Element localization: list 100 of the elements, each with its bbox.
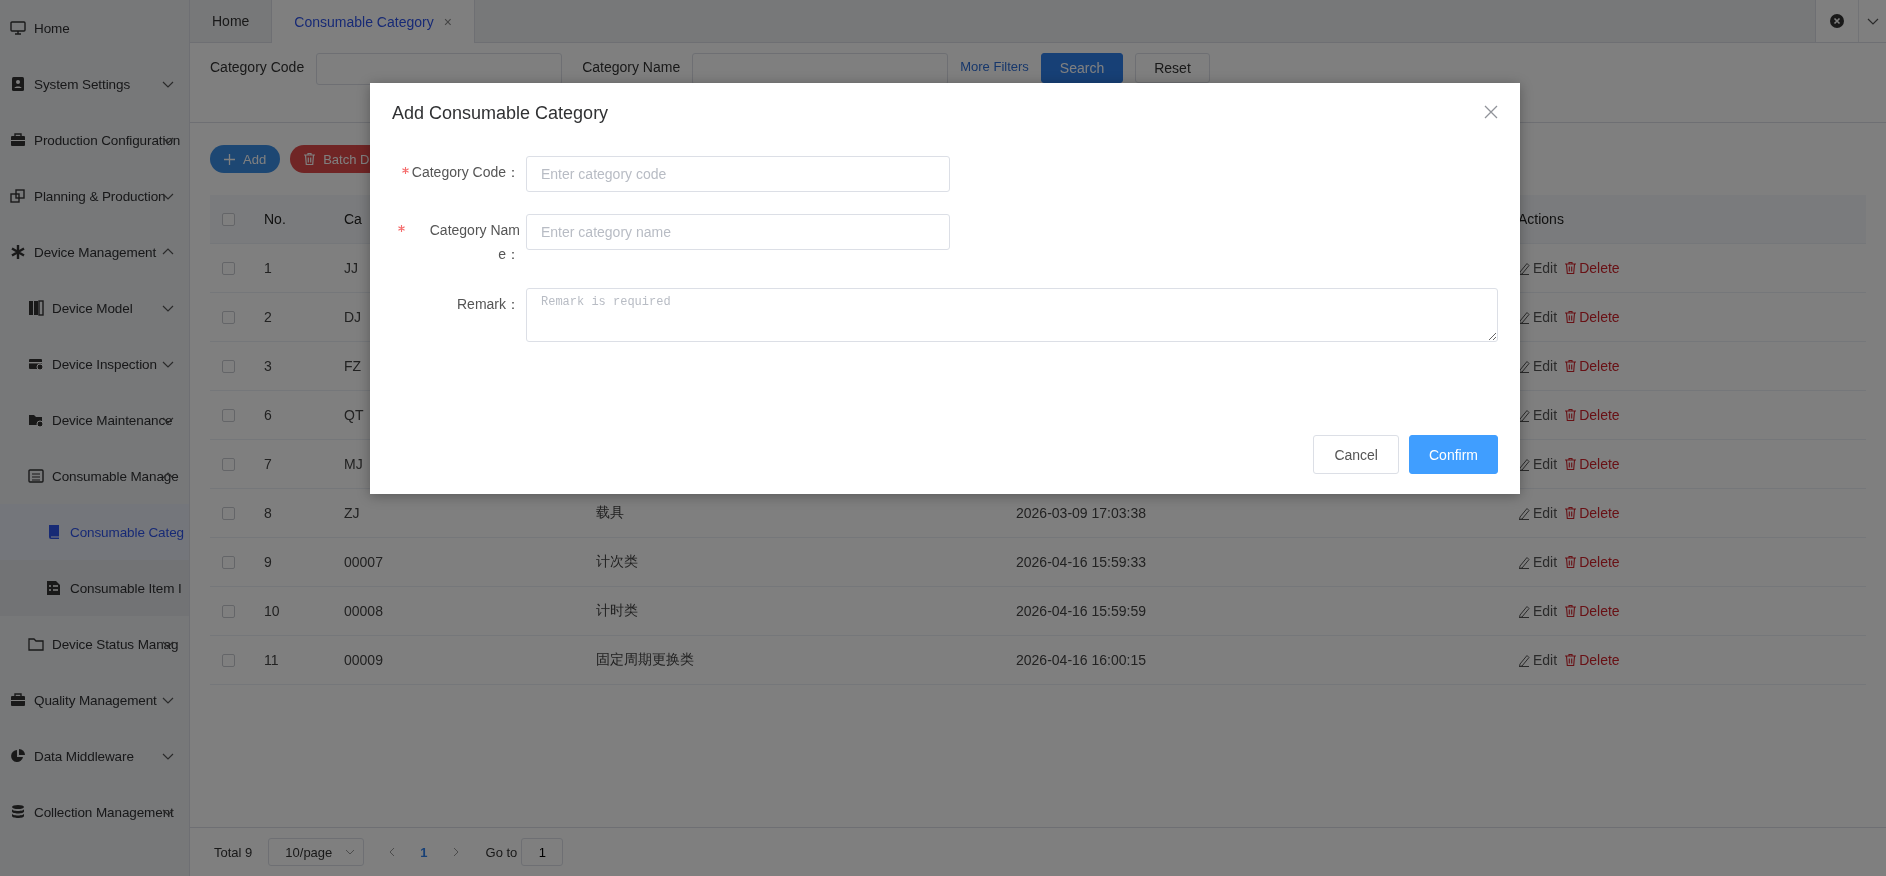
- close-icon: [1484, 105, 1498, 119]
- table-cell-text: 00007: [344, 554, 384, 570]
- column-header: Actions: [1518, 211, 1565, 227]
- search-button[interactable]: Search: [1040, 53, 1124, 83]
- table-cell-text: 00008: [344, 603, 384, 619]
- menu-item[interactable]: Planning & Production: [0, 168, 189, 224]
- confirm-button[interactable]: Confirm: [1409, 435, 1498, 474]
- book-icon: [46, 524, 62, 540]
- trash-icon: [1565, 605, 1577, 617]
- delete-button[interactable]: Delete: [1565, 603, 1620, 619]
- delete-button[interactable]: Delete: [1565, 505, 1620, 521]
- menu-item[interactable]: Home: [0, 0, 189, 56]
- goto-label: Go to: [485, 844, 518, 860]
- page-size-select[interactable]: 10/page: [268, 838, 365, 866]
- cancel-button[interactable]: Cancel: [1313, 435, 1399, 474]
- table-cell-text: 2: [264, 309, 273, 325]
- briefcase-icon: [10, 132, 26, 148]
- monitor-icon: [10, 20, 26, 36]
- add-button[interactable]: Add: [210, 145, 281, 173]
- delete-button[interactable]: Delete: [1565, 358, 1620, 374]
- pencil-icon: [1518, 506, 1530, 520]
- row-checkbox[interactable]: [222, 310, 235, 324]
- remark-field[interactable]: Remark is required: [526, 288, 1498, 342]
- table-cell: 2026-03-09 17:03:38: [1016, 505, 1146, 521]
- table-cell: 计次类: [596, 553, 638, 569]
- menu-item[interactable]: Device Status Manag: [0, 616, 189, 672]
- table-cell: 2026-04-16 15:59:59: [1016, 603, 1146, 619]
- page-button[interactable]: 1: [412, 844, 436, 860]
- select-all-checkbox[interactable]: [222, 212, 235, 226]
- row-checkbox[interactable]: [222, 408, 235, 422]
- goto-page-field[interactable]: 1: [521, 838, 564, 866]
- input-field[interactable]: Enter category code: [526, 156, 950, 192]
- edit-button[interactable]: Edit: [1518, 554, 1558, 570]
- menu-item[interactable]: Production Configuration: [0, 112, 189, 168]
- edit-button[interactable]: Edit: [1518, 407, 1558, 423]
- trash-icon: [1565, 409, 1577, 421]
- trash-icon: [1565, 311, 1577, 323]
- table-cell-text: 6: [264, 407, 273, 423]
- row-checkbox[interactable]: [222, 359, 235, 373]
- reset-button[interactable]: Reset: [1135, 53, 1210, 83]
- briefcase-icon: [10, 692, 26, 708]
- menu-item[interactable]: Data Middleware: [0, 728, 189, 784]
- delete-button[interactable]: Delete: [1565, 456, 1620, 472]
- menu-item[interactable]: Device Management: [0, 224, 189, 280]
- menu-item[interactable]: Quality Management: [0, 672, 189, 728]
- next-page-icon[interactable]: [451, 847, 460, 857]
- category-name-field[interactable]: [692, 53, 949, 85]
- menu-item[interactable]: Device Maintenance: [0, 392, 189, 448]
- menu-item[interactable]: Device Inspection: [0, 336, 189, 392]
- field-label: Category Name：: [428, 221, 520, 264]
- table-cell: 2026-04-16 15:59:33: [1016, 554, 1146, 570]
- pie-icon: [10, 748, 26, 764]
- edit-button[interactable]: Edit: [1518, 309, 1558, 325]
- more-filters-link[interactable]: More Filters: [960, 53, 1029, 81]
- row-checkbox[interactable]: [222, 506, 235, 520]
- table-cell-text: JJ: [344, 260, 359, 276]
- delete-button[interactable]: Delete: [1565, 309, 1620, 325]
- edit-button[interactable]: Edit: [1518, 505, 1558, 521]
- edit-button[interactable]: Edit: [1518, 260, 1558, 276]
- table-cell-text: FZ: [344, 358, 363, 374]
- table-cell: 2026-04-16 16:00:15: [1016, 652, 1146, 668]
- table-cell-text: ZJ: [344, 505, 361, 521]
- pencil-icon: [1518, 653, 1530, 667]
- row-checkbox[interactable]: [222, 604, 235, 618]
- menu-item[interactable]: System Settings: [0, 56, 189, 112]
- input-field[interactable]: Enter category name: [526, 214, 950, 250]
- delete-button[interactable]: Delete: [1565, 652, 1620, 668]
- menu-item[interactable]: Consumable Item I: [0, 560, 189, 616]
- edit-button[interactable]: Edit: [1518, 603, 1558, 619]
- close-circle-icon: [1830, 14, 1844, 28]
- menu-item[interactable]: Collection Management: [0, 784, 189, 840]
- edit-button[interactable]: Edit: [1518, 358, 1558, 374]
- previous-page-icon[interactable]: [388, 847, 397, 857]
- trash-icon: [1565, 556, 1577, 568]
- delete-button[interactable]: Delete: [1565, 260, 1620, 276]
- category-code-field[interactable]: [316, 53, 563, 85]
- table-cell: 计时类: [596, 602, 638, 618]
- close-tab-button[interactable]: ×: [443, 13, 452, 30]
- close-button[interactable]: [1484, 105, 1498, 119]
- pencil-icon: [1518, 359, 1530, 373]
- table-cell-text: 7: [264, 456, 273, 472]
- menu-item[interactable]: Consumable Manage: [0, 448, 189, 504]
- delete-button[interactable]: Delete: [1565, 407, 1620, 423]
- tab[interactable]: Consumable Category ×: [272, 0, 475, 43]
- menu-item[interactable]: Consumable Categ: [0, 504, 189, 560]
- row-checkbox[interactable]: [222, 457, 235, 471]
- menu-item[interactable]: Device Model: [0, 280, 189, 336]
- row-checkbox[interactable]: [222, 653, 235, 667]
- delete-button[interactable]: Delete: [1565, 554, 1620, 570]
- row-checkbox[interactable]: [222, 261, 235, 275]
- row-checkbox[interactable]: [222, 555, 235, 569]
- card-icon: [28, 356, 44, 372]
- edit-button[interactable]: Edit: [1518, 652, 1558, 668]
- idcard-icon: [10, 76, 26, 92]
- trash-icon: [1565, 654, 1577, 666]
- edit-button[interactable]: Edit: [1518, 456, 1558, 472]
- table-cell-text: QT: [344, 407, 365, 423]
- table-cell: 固定周期更换类: [596, 651, 694, 667]
- folder-icon: [28, 636, 44, 652]
- column-header: No.: [264, 211, 287, 227]
